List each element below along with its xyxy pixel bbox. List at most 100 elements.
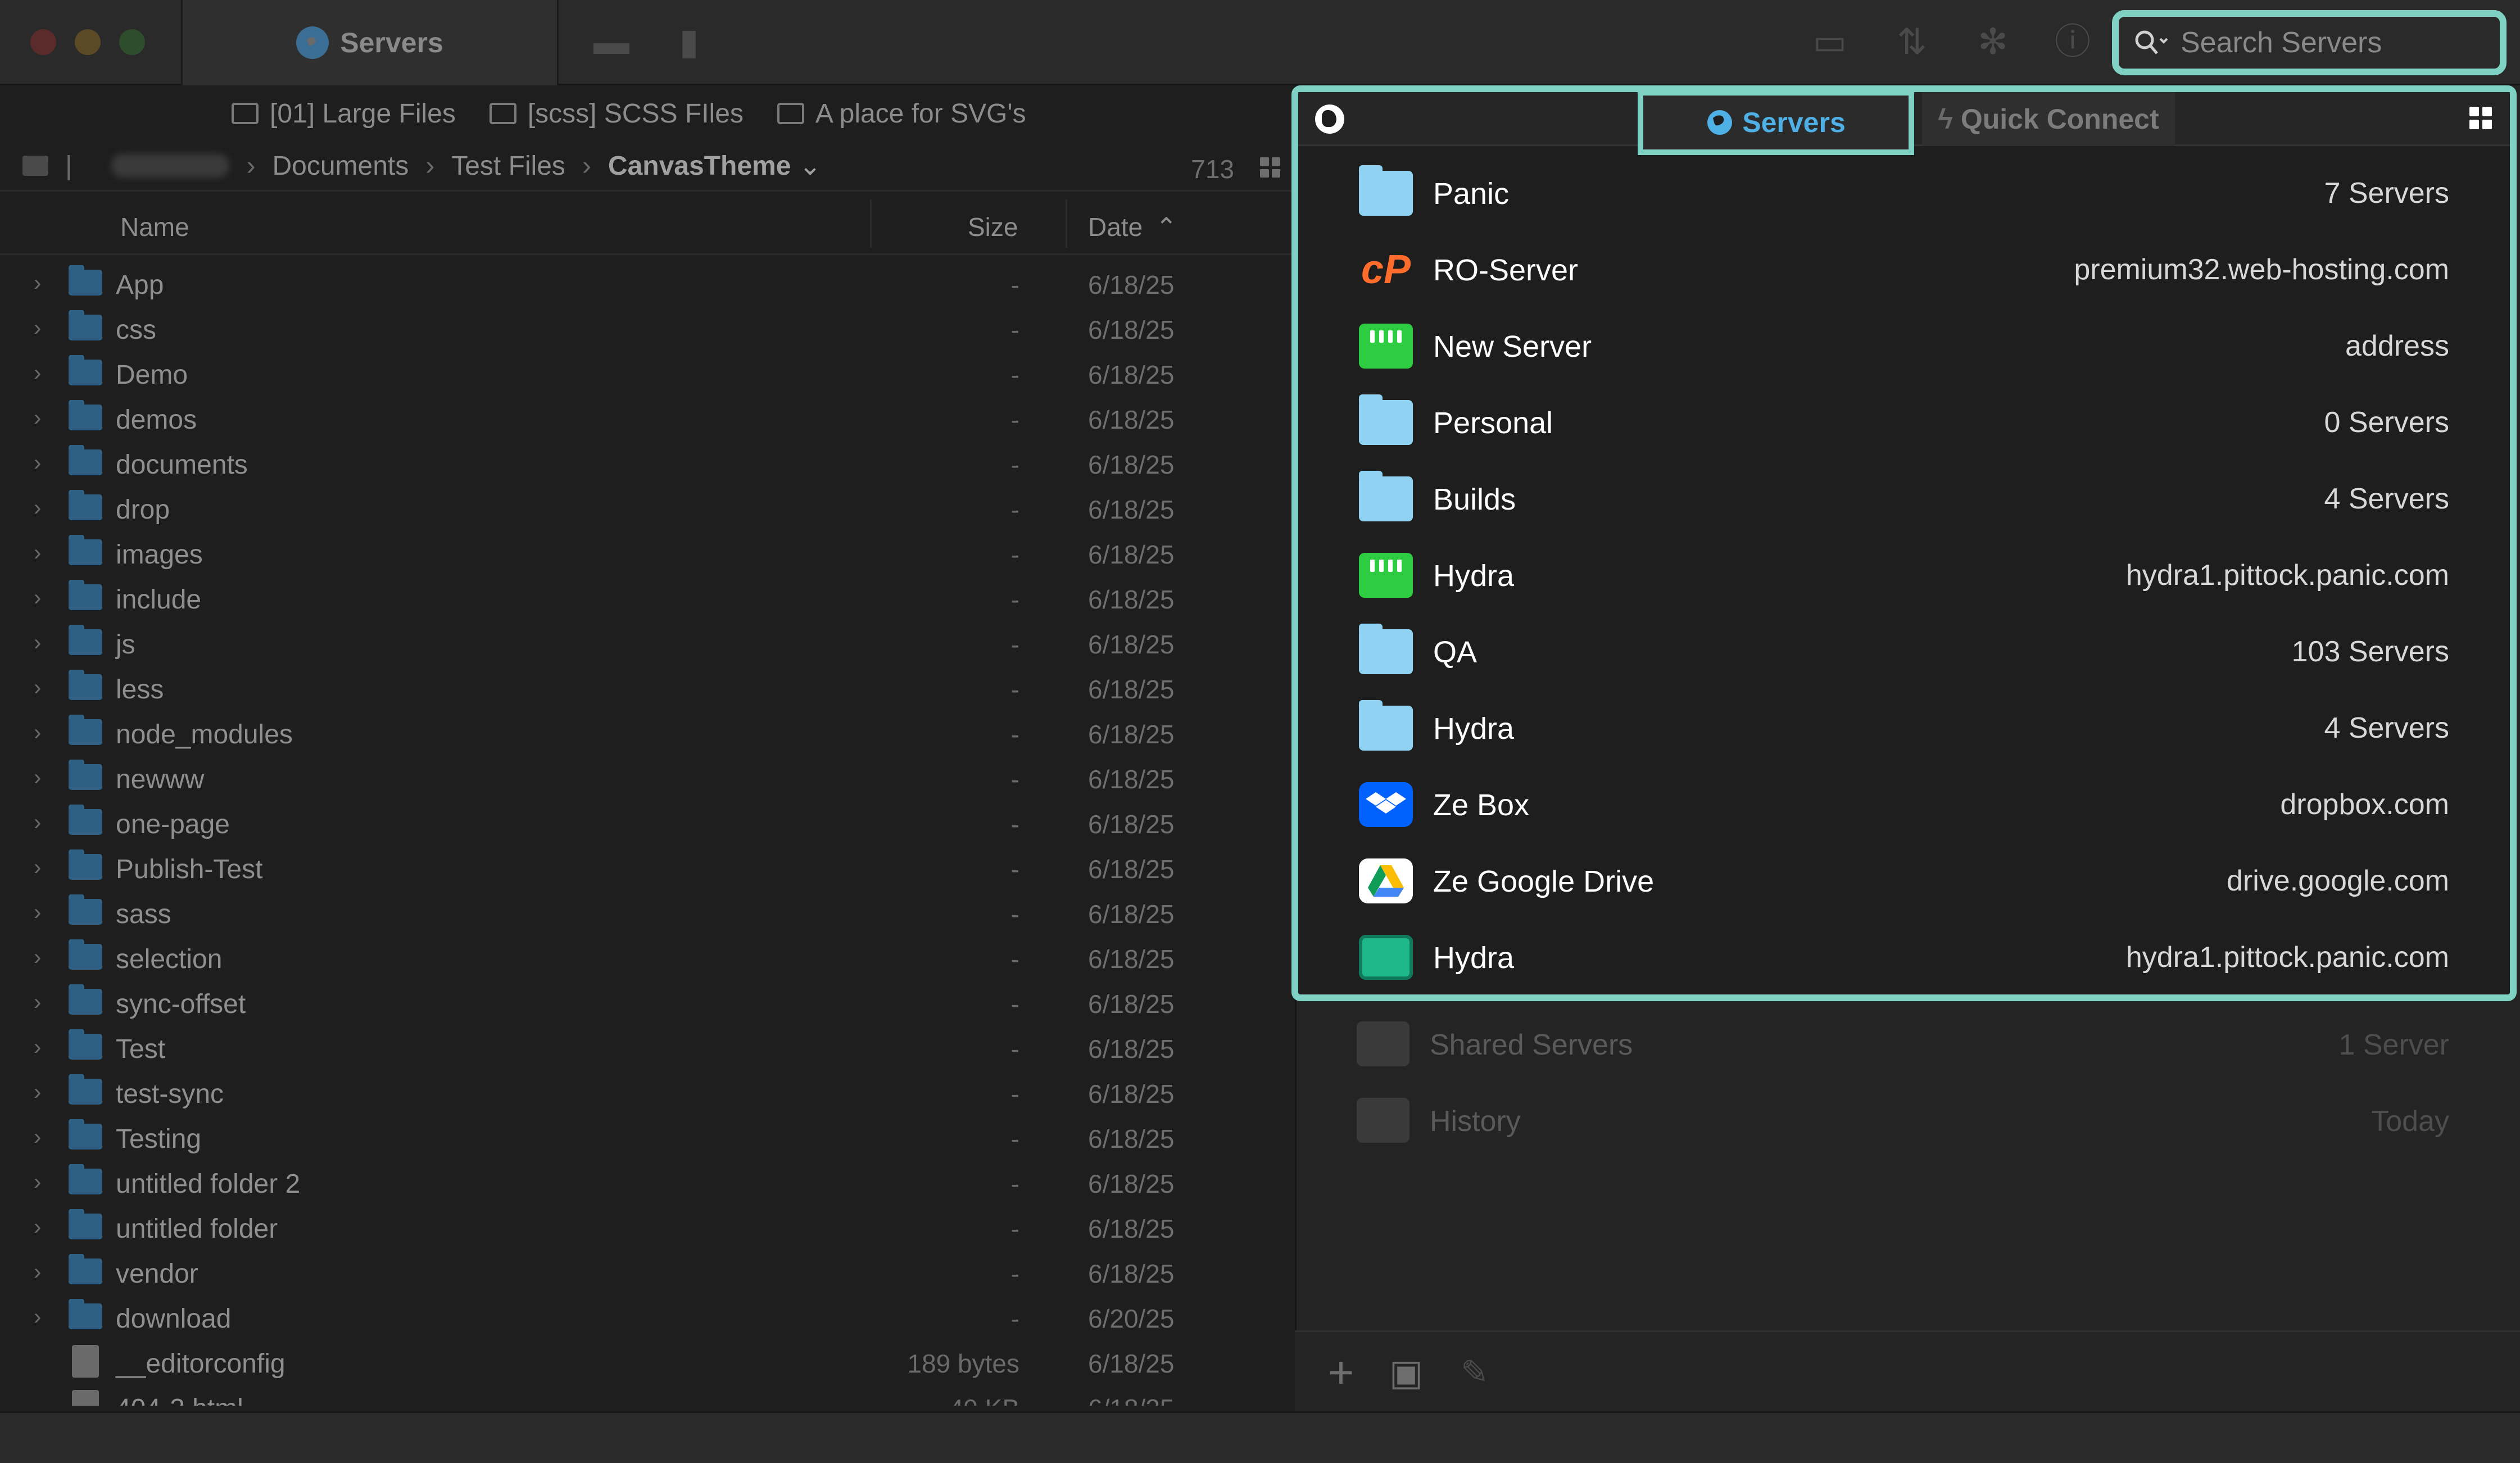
server-row[interactable]: Hydra hydra1.pittock.panic.com: [1298, 918, 2510, 994]
table-row[interactable]: › Test - 6/18/25: [0, 1024, 1295, 1069]
ethernet-icon: [1359, 553, 1413, 598]
table-row[interactable]: 404-2.html 40 KB 6/18/25: [0, 1383, 1295, 1406]
server-name: Hydra: [1433, 941, 1515, 975]
server-row[interactable]: Panic 7 Servers: [1298, 154, 2510, 230]
table-row[interactable]: › drop - 6/18/25: [0, 484, 1295, 529]
chevron-right-icon[interactable]: ›: [34, 855, 41, 880]
chevron-right-icon[interactable]: ›: [34, 1080, 41, 1105]
table-row[interactable]: › node_modules - 6/18/25: [0, 709, 1295, 754]
chevron-right-icon[interactable]: ›: [34, 630, 41, 656]
info-icon[interactable]: ⓘ: [2052, 24, 2093, 60]
transfer-icon[interactable]: ⇅: [1892, 24, 1932, 60]
disk-icon[interactable]: [22, 156, 48, 176]
server-row[interactable]: cP RO-Server premium32.web-hosting.com: [1298, 230, 2510, 307]
chevron-right-icon[interactable]: ›: [34, 1260, 41, 1285]
chevron-right-icon[interactable]: ›: [34, 990, 41, 1015]
edit-pencil-icon[interactable]: ✎: [1453, 1351, 1496, 1394]
add-folder-button[interactable]: ▣: [1385, 1351, 1427, 1394]
chevron-right-icon[interactable]: ›: [34, 496, 41, 521]
add-server-button[interactable]: +: [1320, 1350, 1362, 1395]
server-row[interactable]: Ze Box dropbox.com: [1298, 765, 2510, 842]
table-row[interactable]: › selection - 6/18/25: [0, 934, 1295, 979]
chevron-right-icon[interactable]: ›: [34, 1125, 41, 1150]
table-row[interactable]: › download - 6/20/25: [0, 1293, 1295, 1338]
chevron-right-icon[interactable]: ›: [34, 765, 41, 790]
breadcrumb-test-files[interactable]: Test Files: [451, 151, 565, 181]
chevron-right-icon[interactable]: ›: [34, 316, 41, 341]
server-row[interactable]: Hydra 4 Servers: [1298, 689, 2510, 765]
search-field[interactable]: [2112, 10, 2507, 75]
search-input[interactable]: [2181, 26, 2495, 60]
chevron-right-icon[interactable]: ›: [34, 900, 41, 925]
column-date[interactable]: Date: [1088, 212, 1143, 242]
chevron-right-icon[interactable]: ›: [34, 540, 41, 566]
chevron-right-icon[interactable]: ›: [34, 945, 41, 970]
zoom-window-button[interactable]: [119, 29, 145, 55]
favorite-large-files[interactable]: [01] Large Files: [232, 98, 456, 129]
chevron-right-icon[interactable]: ›: [34, 1035, 41, 1060]
server-row[interactable]: QA 103 Servers: [1298, 612, 2510, 689]
table-row[interactable]: › untitled folder - 6/18/25: [0, 1203, 1295, 1248]
column-size[interactable]: Size: [968, 212, 1018, 242]
server-row[interactable]: Builds 4 Servers: [1298, 460, 2510, 536]
globe-icon[interactable]: [1315, 104, 1344, 134]
table-row[interactable]: › one-page - 6/18/25: [0, 799, 1295, 844]
breadcrumb-user[interactable]: [111, 154, 230, 178]
table-row[interactable]: › vendor - 6/18/25: [0, 1248, 1295, 1293]
chevron-down-icon[interactable]: ⌄: [799, 150, 821, 181]
file-size: -: [1010, 360, 1019, 389]
chevron-right-icon[interactable]: ›: [34, 1215, 41, 1240]
table-row[interactable]: › documents - 6/18/25: [0, 439, 1295, 484]
table-row[interactable]: › Testing - 6/18/25: [0, 1114, 1295, 1158]
list-item[interactable]: History Today: [1295, 1082, 2520, 1158]
column-name[interactable]: Name: [120, 212, 189, 242]
window-tab-servers[interactable]: Servers: [181, 0, 559, 85]
server-row[interactable]: New Server address: [1298, 307, 2510, 383]
chevron-right-icon[interactable]: ›: [34, 720, 41, 746]
table-row[interactable]: › images - 6/18/25: [0, 529, 1295, 574]
list-item[interactable]: Shared Servers 1 Server: [1295, 1006, 2520, 1082]
breadcrumb-canvastheme[interactable]: CanvasTheme: [608, 151, 791, 181]
new-folder-icon[interactable]: ▬: [591, 24, 632, 60]
table-row[interactable]: › demos - 6/18/25: [0, 394, 1295, 439]
breadcrumb-documents[interactable]: Documents: [272, 151, 409, 181]
table-row[interactable]: › test-sync - 6/18/25: [0, 1069, 1295, 1114]
chevron-right-icon[interactable]: ›: [34, 675, 41, 701]
table-row[interactable]: › less - 6/18/25: [0, 664, 1295, 709]
table-row[interactable]: › js - 6/18/25: [0, 619, 1295, 664]
server-row[interactable]: Ze Google Drive drive.google.com: [1298, 842, 2510, 918]
chevron-right-icon[interactable]: ›: [34, 406, 41, 431]
table-row[interactable]: › sync-offset - 6/18/25: [0, 979, 1295, 1024]
grid-view-icon[interactable]: [1260, 157, 1280, 178]
grid-view-icon[interactable]: [2469, 107, 2492, 129]
tab-quick-connect[interactable]: ϟ Quick Connect: [1922, 92, 2175, 146]
server-row[interactable]: Hydra hydra1.pittock.panic.com: [1298, 536, 2510, 612]
table-row[interactable]: › Publish-Test - 6/18/25: [0, 844, 1295, 889]
table-row[interactable]: › sass - 6/18/25: [0, 889, 1295, 934]
table-row[interactable]: › include - 6/18/25: [0, 574, 1295, 619]
file-list: › App - 6/18/25 › css - 6/18/25 › Demo - 6/18/25 › de…: [0, 260, 1295, 1406]
chevron-right-icon[interactable]: ›: [34, 1305, 41, 1330]
minimize-window-button[interactable]: [75, 29, 101, 55]
table-row[interactable]: › newww - 6/18/25: [0, 754, 1295, 799]
chevron-right-icon[interactable]: ›: [34, 1170, 41, 1195]
activity-icon[interactable]: ✻: [1973, 24, 2013, 60]
chevron-right-icon[interactable]: ›: [34, 271, 41, 296]
server-row[interactable]: Personal 0 Servers: [1298, 383, 2510, 460]
table-row[interactable]: › Demo - 6/18/25: [0, 349, 1295, 394]
table-row[interactable]: › css - 6/18/25: [0, 305, 1295, 349]
chevron-right-icon[interactable]: ›: [34, 810, 41, 835]
table-row[interactable]: › App - 6/18/25: [0, 260, 1295, 305]
terminal-icon[interactable]: ▭: [1810, 24, 1850, 60]
chevron-right-icon[interactable]: ›: [34, 361, 41, 386]
tab-servers[interactable]: Servers: [1638, 90, 1914, 155]
new-file-icon[interactable]: ▮: [669, 24, 709, 60]
favorite-scss-files[interactable]: [scss] SCSS FIles: [489, 98, 744, 129]
table-row[interactable]: __editorconfig 189 bytes 6/18/25: [0, 1338, 1295, 1383]
favorite-svg[interactable]: A place for SVG's: [777, 98, 1026, 129]
chevron-right-icon[interactable]: ›: [34, 585, 41, 611]
table-row[interactable]: › untitled folder 2 - 6/18/25: [0, 1158, 1295, 1203]
chevron-right-icon[interactable]: ›: [34, 451, 41, 476]
file-date: 6/18/25: [1088, 1393, 1174, 1406]
close-window-button[interactable]: [30, 29, 56, 55]
